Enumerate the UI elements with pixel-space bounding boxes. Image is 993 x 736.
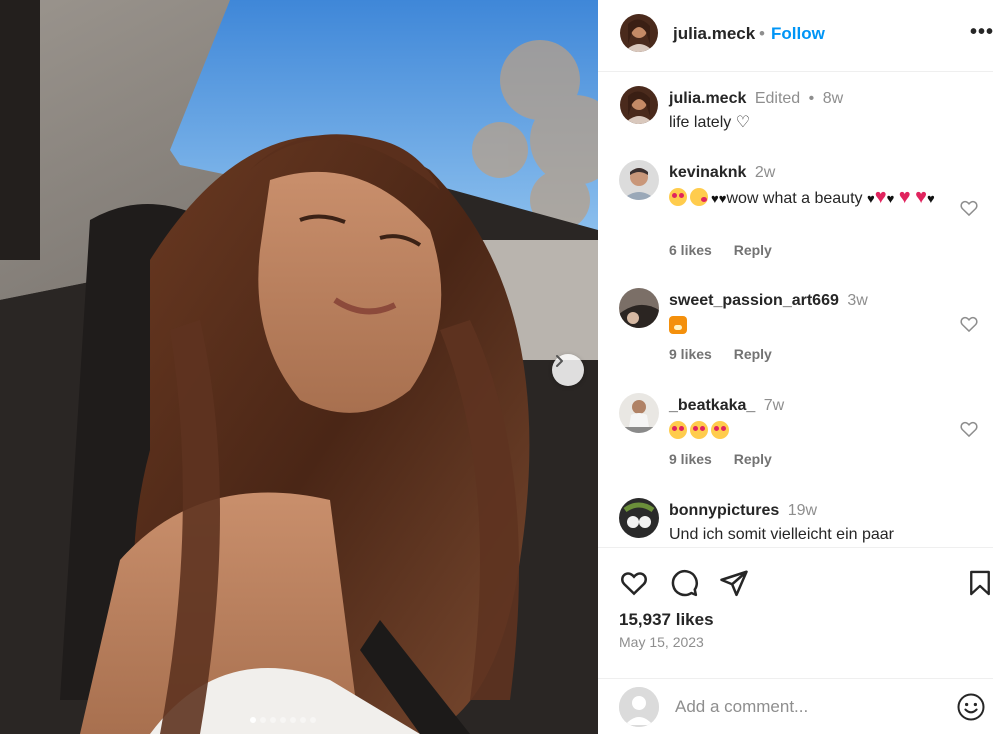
kiss-emoji-icon <box>690 188 708 206</box>
add-comment-input[interactable] <box>675 697 935 717</box>
comment-likes[interactable]: 6 likes <box>669 242 712 258</box>
commenter-avatar[interactable] <box>619 393 659 433</box>
heart-eyes-emoji-icon <box>669 421 687 439</box>
separator-dot: • <box>808 90 815 107</box>
comment-like-icon[interactable] <box>959 198 979 218</box>
author-username[interactable]: julia.meck <box>673 24 755 44</box>
tiger-emoji-icon <box>669 316 687 334</box>
caption-time[interactable]: 8w <box>823 90 843 107</box>
comment-username[interactable]: bonnypictures <box>669 502 779 519</box>
post-photo <box>0 0 598 734</box>
comment-text: Und ich somit vielleicht ein paar <box>669 526 894 543</box>
carousel-dot <box>310 717 316 723</box>
chevron-right-icon <box>556 355 563 367</box>
comments-list[interactable]: julia.meck Edited • 8w life lately ♡ kev… <box>598 72 993 547</box>
comment-text: ♥♥wow what a beauty ♥♥♥ ♥ ♥♥ <box>669 186 954 210</box>
next-image-button[interactable] <box>552 354 584 386</box>
red-heart-icon: ♥ <box>915 186 927 208</box>
comment-likes[interactable]: 9 likes <box>669 451 712 467</box>
carousel-dot <box>260 717 266 723</box>
carousel-dot <box>290 717 296 723</box>
red-heart-icon: ♥ <box>898 186 911 208</box>
post-side-panel: julia.meck • Follow ••• julia.meck Edite… <box>598 0 993 734</box>
comment-time[interactable]: 3w <box>847 292 867 309</box>
post-image[interactable] <box>0 0 598 734</box>
comment-text-main: wow what a beauty <box>726 190 863 207</box>
comment-text <box>669 316 954 338</box>
comment-time[interactable]: 19w <box>788 502 817 519</box>
comment-icon[interactable] <box>669 568 699 598</box>
comment-text <box>669 421 954 443</box>
more-icon: ••• <box>970 21 993 43</box>
carousel-dot <box>300 717 306 723</box>
comment-time[interactable]: 2w <box>755 164 775 181</box>
post-actions-section: 15,937 likes May 15, 2023 <box>598 547 993 735</box>
black-heart-icon: ♥ <box>866 191 875 206</box>
black-heart-icon: ♥ <box>886 191 895 206</box>
separator-dot: • <box>759 24 765 43</box>
comment-username[interactable]: _beatkaka_ <box>669 397 755 414</box>
heart-eyes-emoji-icon <box>690 421 708 439</box>
comment-username[interactable]: sweet_passion_art669 <box>669 292 839 309</box>
carousel-indicator <box>250 717 316 723</box>
red-heart-icon: ♥ <box>874 186 887 208</box>
reply-button[interactable]: Reply <box>734 346 772 362</box>
likes-count[interactable]: 15,937 likes <box>619 610 714 630</box>
add-comment-row <box>598 678 993 736</box>
caption-username[interactable]: julia.meck <box>669 90 746 107</box>
share-icon[interactable] <box>719 568 749 598</box>
current-user-avatar <box>619 687 659 727</box>
comment-like-icon[interactable] <box>959 419 979 439</box>
follow-button[interactable]: Follow <box>771 24 825 44</box>
reply-button[interactable]: Reply <box>734 451 772 467</box>
comment-likes[interactable]: 9 likes <box>669 346 712 362</box>
heart-eyes-emoji-icon <box>669 188 687 206</box>
caption-avatar[interactable] <box>620 86 658 124</box>
comment-username[interactable]: kevinaknk <box>669 164 746 181</box>
like-icon[interactable] <box>619 568 649 598</box>
commenter-avatar[interactable] <box>619 288 659 328</box>
emoji-icon[interactable] <box>956 692 986 722</box>
save-icon[interactable] <box>966 568 993 598</box>
commenter-avatar[interactable] <box>619 160 659 200</box>
commenter-avatar[interactable] <box>619 498 659 538</box>
reply-button[interactable]: Reply <box>734 242 772 258</box>
more-options-button[interactable]: ••• <box>970 22 993 42</box>
edited-label: Edited <box>754 90 801 107</box>
post-date[interactable]: May 15, 2023 <box>619 634 704 650</box>
comment-time[interactable]: 7w <box>764 397 784 414</box>
heart-eyes-emoji-icon <box>711 421 729 439</box>
black-heart-icon: ♥ <box>926 191 935 206</box>
comment-like-icon[interactable] <box>959 314 979 334</box>
carousel-dot <box>270 717 276 723</box>
carousel-dot <box>280 717 286 723</box>
black-heart-icon: ♥ <box>711 191 719 206</box>
carousel-dot <box>250 717 256 723</box>
author-avatar[interactable] <box>620 14 658 52</box>
caption-text: life lately ♡ <box>669 114 751 131</box>
post-header: julia.meck • Follow ••• <box>598 0 993 72</box>
